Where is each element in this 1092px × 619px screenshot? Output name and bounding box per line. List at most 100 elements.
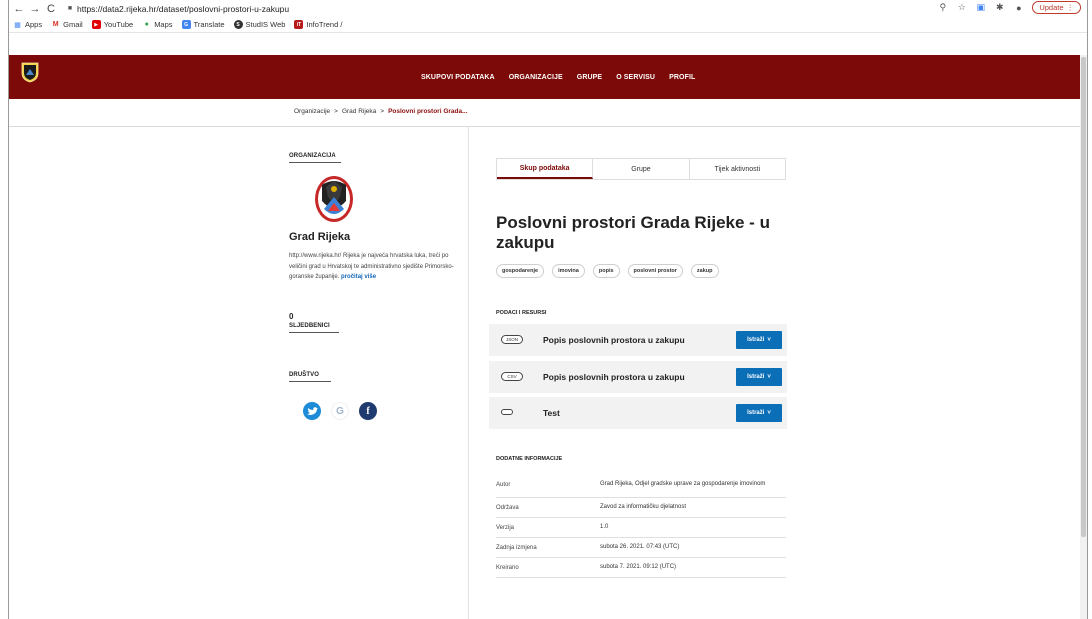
- bookmark-gmail[interactable]: M Gmail: [51, 20, 83, 29]
- lock-icon[interactable]: ■: [65, 4, 75, 14]
- bookmark-studis[interactable]: S StudIS Web: [233, 20, 286, 29]
- table-row: Verzija 1.0: [496, 518, 786, 538]
- tab-activity-stream[interactable]: Tijek aktivnosti: [690, 159, 785, 179]
- tab-groups[interactable]: Grupe: [593, 159, 690, 179]
- bookmark-label: InfoTrend /: [306, 20, 343, 29]
- page-scrollbar[interactable]: [1080, 55, 1087, 619]
- browser-window: ← → C ■ https://data2.rijeka.hr/dataset/…: [8, 0, 1088, 619]
- gmail-icon: M: [52, 21, 59, 28]
- organization-heading-underline: [289, 162, 341, 163]
- site-header: SKUPOVI PODATAKA ORGANIZACIJE GRUPE O SE…: [9, 55, 1087, 99]
- followers-count: 0: [289, 312, 294, 321]
- resource-name[interactable]: Test: [543, 408, 560, 418]
- twitter-icon[interactable]: [303, 402, 321, 420]
- rijeka-logo-icon[interactable]: [21, 61, 39, 83]
- resource-item[interactable]: Test Istraži ˅: [489, 397, 787, 429]
- tab-dataset[interactable]: Skup podataka: [497, 159, 594, 179]
- nav-groups[interactable]: GRUPE: [577, 74, 602, 81]
- tag-item[interactable]: zakup: [690, 264, 719, 278]
- bookmarks-bar: ▦ Apps M Gmail ▶ YouTube ● Maps G Transl…: [9, 17, 1087, 33]
- profile-icon[interactable]: ●: [1013, 2, 1024, 13]
- tag-item[interactable]: poslovni prostor: [627, 264, 683, 278]
- nav-profile[interactable]: PROFIL: [669, 74, 695, 81]
- back-arrow-icon[interactable]: ←: [13, 3, 25, 15]
- update-label: Update: [1039, 3, 1064, 12]
- explore-button[interactable]: Istraži ˅: [736, 404, 782, 422]
- format-badge: [501, 409, 513, 415]
- reload-icon[interactable]: C: [45, 3, 57, 15]
- nav-datasets[interactable]: SKUPOVI PODATAKA: [421, 74, 495, 81]
- bookmark-label: Apps: [25, 20, 43, 29]
- info-key: Kreirano: [496, 564, 519, 571]
- table-row: Kreirano subota 7. 2021. 09:12 (UTC): [496, 558, 786, 578]
- zoom-icon[interactable]: ⚲: [937, 2, 948, 13]
- table-row: Autor Grad Rijeka, Odjel gradske uprave …: [496, 472, 786, 498]
- translate-extension-icon[interactable]: ▣: [975, 2, 986, 13]
- chevron-down-icon: ˅: [767, 337, 771, 343]
- dataset-tabs: Skup podataka Grupe Tijek aktivnosti: [496, 158, 786, 180]
- format-badge: CSV: [501, 372, 523, 381]
- bookmark-youtube[interactable]: ▶ YouTube: [91, 20, 133, 29]
- explore-button-label: Istraži: [747, 337, 765, 343]
- additional-info-heading: DODATNE INFORMACIJE: [496, 456, 563, 462]
- breadcrumb-current[interactable]: Poslovni prostori Grada...: [388, 108, 467, 115]
- tag-list: gospodarenje imovina popis poslovni pros…: [496, 264, 719, 278]
- tag-item[interactable]: gospodarenje: [496, 264, 545, 278]
- breadcrumb-divider: [9, 126, 1087, 127]
- update-button[interactable]: Update ⋮: [1032, 1, 1081, 14]
- social-heading: DRUŠTVO: [289, 372, 320, 378]
- scrollbar-thumb[interactable]: [1081, 57, 1086, 537]
- bookmark-label: Gmail: [63, 20, 83, 29]
- google-icon[interactable]: G: [331, 402, 349, 420]
- bookmark-infotrend[interactable]: iT InfoTrend /: [294, 20, 342, 29]
- read-more-link[interactable]: pročitaj više: [341, 274, 376, 280]
- nav-about[interactable]: O SERVISU: [616, 74, 655, 81]
- browser-toolbar-right: ⚲ ☆ ▣ ✱ ● Update ⋮: [937, 1, 1081, 14]
- format-badge: JSON: [501, 335, 523, 344]
- maps-pin-icon: ●: [144, 21, 149, 28]
- explore-button[interactable]: Istraži ˅: [736, 368, 782, 386]
- url-field[interactable]: https://data2.rijeka.hr/dataset/poslovni…: [77, 4, 289, 14]
- info-key: Zadnja izmjena: [496, 544, 537, 551]
- tag-item[interactable]: popis: [592, 264, 620, 278]
- organization-heading: ORGANIZACIJA: [289, 153, 336, 159]
- resource-name[interactable]: Popis poslovnih prostora u zakupu: [543, 335, 685, 345]
- star-icon[interactable]: ☆: [956, 2, 967, 13]
- info-value: Grad Rijeka, Odjel gradske uprave za gos…: [600, 481, 766, 487]
- chevron-down-icon: ˅: [767, 410, 771, 416]
- bookmark-translate[interactable]: G Translate: [181, 20, 225, 29]
- bookmark-label: StudIS Web: [245, 20, 286, 29]
- explore-button-label: Istraži: [747, 410, 765, 416]
- table-row: Zadnja izmjena subota 26. 2021. 07:43 (U…: [496, 538, 786, 558]
- info-key: Verzija: [496, 524, 515, 531]
- organization-name: Grad Rijeka: [289, 231, 351, 243]
- social-heading-underline: [289, 381, 331, 382]
- info-value: Zavod za informatičku djelatnost: [600, 504, 687, 510]
- explore-button[interactable]: Istraži ˅: [736, 331, 782, 349]
- breadcrumb-separator: >: [380, 108, 385, 115]
- breadcrumb: Organizacije > Grad Rijeka > Poslovni pr…: [294, 108, 468, 115]
- organization-description: http://www.rijeka.hr/ Rijeka je najveća …: [289, 251, 464, 283]
- forward-arrow-icon[interactable]: →: [29, 3, 41, 15]
- additional-info-table: Autor Grad Rijeka, Odjel gradske uprave …: [496, 472, 786, 578]
- resource-name[interactable]: Popis poslovnih prostora u zakupu: [543, 372, 685, 382]
- breadcrumb-organizations[interactable]: Organizacije: [294, 108, 330, 115]
- column-divider: [468, 127, 469, 619]
- nav-organizations[interactable]: ORGANIZACIJE: [509, 74, 563, 81]
- chevron-down-icon: ˅: [767, 374, 771, 380]
- coat-of-arms-icon[interactable]: [314, 175, 354, 223]
- tag-item[interactable]: imovina: [552, 264, 585, 278]
- puzzle-extensions-icon[interactable]: ✱: [994, 2, 1005, 13]
- info-key: Autor: [496, 481, 511, 488]
- address-bar-row: ← → C ■ https://data2.rijeka.hr/dataset/…: [9, 0, 1087, 17]
- dataset-title: Poslovni prostori Grada Rijeke - u zakup…: [496, 213, 770, 252]
- resource-item[interactable]: JSON Popis poslovnih prostora u zakupu I…: [489, 324, 787, 356]
- resource-item[interactable]: CSV Popis poslovnih prostora u zakupu Is…: [489, 361, 787, 393]
- bookmark-apps[interactable]: ▦ Apps: [13, 20, 42, 29]
- followers-label: SLJEDBENICI: [289, 323, 330, 329]
- bookmark-label: Translate: [193, 20, 225, 29]
- bookmark-maps[interactable]: ● Maps: [142, 20, 173, 29]
- facebook-icon[interactable]: f: [359, 402, 377, 420]
- breadcrumb-org[interactable]: Grad Rijeka: [342, 108, 376, 115]
- info-key: Održava: [496, 504, 519, 511]
